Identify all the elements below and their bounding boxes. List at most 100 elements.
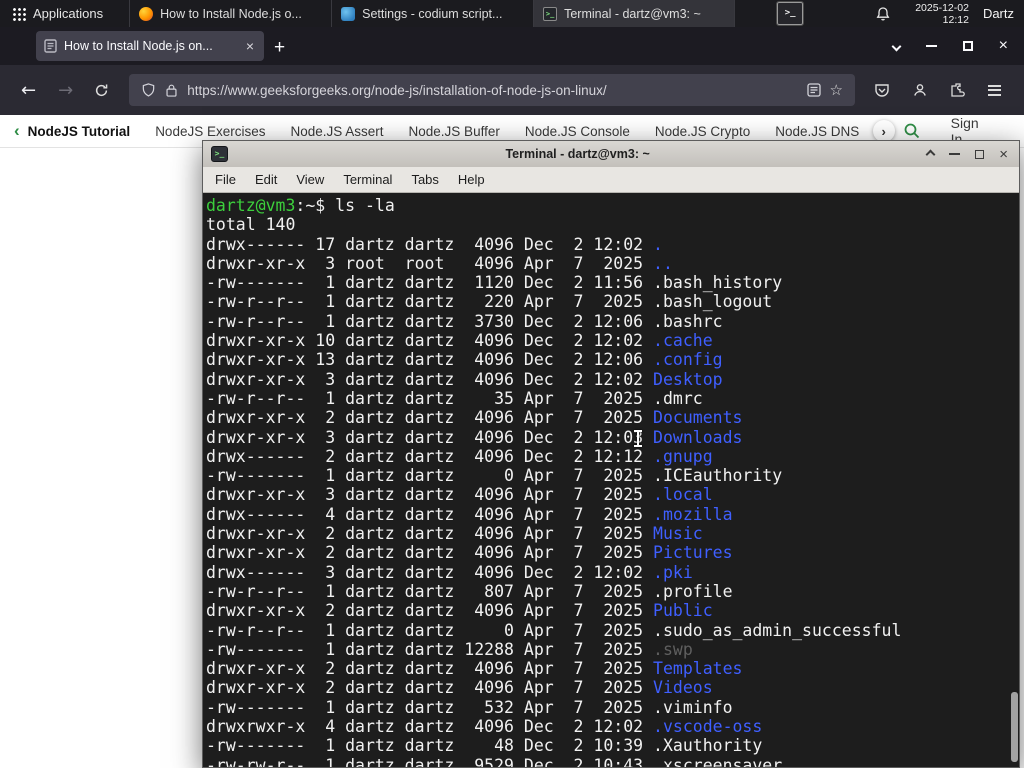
terminal-title: Terminal - dartz@vm3: ~ xyxy=(505,147,650,161)
shade-button-icon[interactable] xyxy=(925,149,936,159)
panel-username[interactable]: Dartz xyxy=(983,6,1014,21)
panel-clock[interactable]: 2025-12-02 12:12 xyxy=(915,2,969,26)
typed-command: ls -la xyxy=(335,196,395,215)
taskbar-window-firefox[interactable]: How to Install Node.js o... xyxy=(129,0,331,27)
window-controls: × xyxy=(891,27,1024,65)
gfg-nav-item[interactable]: Node.JS Console xyxy=(525,124,630,139)
toolbar-right-icons xyxy=(865,82,1014,98)
terminal-line: -rw------- 1 dartz dartz 48 Dec 2 10:39 … xyxy=(206,736,763,756)
tray-terminal-icon[interactable]: >_ xyxy=(776,1,805,26)
terminal-maximize-icon[interactable] xyxy=(975,149,985,159)
tab-title: How to Install Node.js on... xyxy=(64,39,213,53)
list-all-tabs-icon[interactable] xyxy=(891,41,902,51)
menu-button[interactable] xyxy=(979,84,1010,96)
terminal-scrollbar[interactable] xyxy=(1009,193,1019,767)
gfg-nav-item[interactable]: Node.JS Crypto xyxy=(655,124,750,139)
clock-time: 12:12 xyxy=(942,13,969,26)
terminal-line: -rw------- 1 dartz dartz 0 Apr 7 2025 .I… xyxy=(206,466,783,486)
reload-button[interactable] xyxy=(84,83,119,98)
browser-toolbar: ← → https://www.geeksforgeeks.org/node-j… xyxy=(0,65,1024,115)
pocket-button[interactable] xyxy=(865,82,899,98)
restore-window-icon[interactable] xyxy=(962,41,973,51)
terminal-lines: total 140 drwx------ 17 dartz dartz 4096 … xyxy=(206,215,1019,767)
taskbar-label: How to Install Node.js o... xyxy=(160,6,302,21)
close-window-icon[interactable]: × xyxy=(999,38,1008,54)
terminal-scrollbar-thumb[interactable] xyxy=(1011,692,1018,762)
terminal-line: -rw-r--r-- 1 dartz dartz 807 Apr 7 2025 … xyxy=(206,581,733,601)
terminal-line: -rw------- 1 dartz dartz 1120 Dec 2 11:5… xyxy=(206,273,783,293)
gfg-search-button[interactable] xyxy=(895,122,929,140)
menu-edit[interactable]: Edit xyxy=(255,172,277,187)
applications-label: Applications xyxy=(33,6,104,21)
bookmark-star-icon[interactable]: ☆ xyxy=(830,81,843,99)
back-button[interactable]: ← xyxy=(10,80,47,101)
mouse-ibeam-cursor xyxy=(633,430,643,447)
terminal-line: total 140 xyxy=(206,215,296,235)
search-icon xyxy=(904,123,919,139)
taskbar-window-settings[interactable]: Settings - codium script... xyxy=(331,0,533,27)
terminal-line: drwxr-xr-x 3 dartz dartz 4096 Apr 7 2025… xyxy=(206,485,713,505)
browser-tab[interactable]: How to Install Node.js on... × xyxy=(36,31,264,61)
terminal-line: -rw-r--r-- 1 dartz dartz 3730 Dec 2 12:0… xyxy=(206,311,723,331)
gfg-nav-items: NodeJS Tutorial NodeJS Exercises Node.JS A… xyxy=(28,124,871,139)
terminal-line: drwx------ 4 dartz dartz 4096 Apr 7 2025… xyxy=(206,504,733,524)
menu-file[interactable]: File xyxy=(215,172,236,187)
taskbar-label: Terminal - dartz@vm3: ~ xyxy=(564,6,701,21)
pocket-icon xyxy=(875,84,889,97)
minimize-window-icon[interactable] xyxy=(925,45,937,47)
menu-help[interactable]: Help xyxy=(458,172,485,187)
terminal-body[interactable]: dartz@vm3:~$ ls -la total 140 drwx------ … xyxy=(203,193,1019,767)
terminal-minimize-icon[interactable] xyxy=(949,153,961,155)
taskbar-window-terminal[interactable]: >_ Terminal - dartz@vm3: ~ xyxy=(533,0,736,27)
nav-scroll-right-icon[interactable]: › xyxy=(872,120,895,142)
clock-date: 2025-12-02 xyxy=(915,1,969,14)
terminal-line: drwxr-xr-x 13 dartz dartz 4096 Dec 2 12:… xyxy=(206,350,723,370)
extensions-button[interactable] xyxy=(941,82,975,98)
terminal-line: drwxr-xr-x 10 dartz dartz 4096 Dec 2 12:… xyxy=(206,331,713,351)
terminal-line: -rw------- 1 dartz dartz 532 Apr 7 2025 … xyxy=(206,697,733,717)
notification-bell-button[interactable] xyxy=(865,6,901,22)
gfg-nav-item[interactable]: NodeJS Tutorial xyxy=(28,124,131,139)
gfg-nav-item[interactable]: Node.JS Buffer xyxy=(409,124,500,139)
gfg-nav-item[interactable]: Node.JS DNS xyxy=(775,124,859,139)
terminal-line: drwxr-xr-x 2 dartz dartz 4096 Apr 7 2025… xyxy=(206,659,743,679)
url-bar[interactable]: https://www.geeksforgeeks.org/node-js/in… xyxy=(129,74,855,106)
tab-close-icon[interactable]: × xyxy=(244,38,256,54)
hamburger-icon xyxy=(988,84,1001,96)
bell-icon xyxy=(876,6,890,21)
applications-menu-button[interactable]: Applications xyxy=(0,0,115,27)
prompt-user-host: dartz@vm3 xyxy=(206,196,296,215)
terminal-icon: >_ xyxy=(543,6,558,21)
prompt-symbol: $ xyxy=(315,196,336,215)
reader-view-icon[interactable] xyxy=(806,83,821,97)
menu-tabs[interactable]: Tabs xyxy=(411,172,438,187)
terminal-line: -rw-r--r-- 1 dartz dartz 35 Apr 7 2025 .… xyxy=(206,388,703,408)
tab-strip: How to Install Node.js on... × + × xyxy=(0,27,1024,65)
nav-scroll-left-icon[interactable]: ‹ xyxy=(14,121,20,141)
gfg-nav-item[interactable]: Node.JS Assert xyxy=(290,124,383,139)
lock-icon[interactable] xyxy=(165,83,178,98)
new-tab-button[interactable]: + xyxy=(264,37,295,59)
menu-view[interactable]: View xyxy=(296,172,324,187)
forward-button[interactable]: → xyxy=(47,80,84,101)
terminal-line: drwxr-xr-x 2 dartz dartz 4096 Apr 7 2025… xyxy=(206,408,743,428)
terminal-prompt-line: dartz@vm3:~$ ls -la xyxy=(206,196,1019,215)
menu-terminal[interactable]: Terminal xyxy=(343,172,392,187)
terminal-window: >_ Terminal - dartz@vm3: ~ × File Edit V… xyxy=(202,140,1020,768)
url-text: https://www.geeksforgeeks.org/node-js/in… xyxy=(187,82,607,98)
terminal-line: drwxr-xr-x 2 dartz dartz 4096 Apr 7 2025… xyxy=(206,601,713,621)
terminal-line: -rw-rw-r-- 1 dartz dartz 9529 Dec 2 10:4… xyxy=(206,755,783,767)
terminal-close-icon[interactable]: × xyxy=(999,147,1008,162)
terminal-window-controls: × xyxy=(925,147,1011,162)
account-button[interactable] xyxy=(903,82,937,98)
terminal-titlebar[interactable]: >_ Terminal - dartz@vm3: ~ × xyxy=(203,141,1019,167)
page-favicon xyxy=(44,39,57,53)
shield-icon[interactable] xyxy=(141,82,156,98)
terminal-line: drwx------ 17 dartz dartz 4096 Dec 2 12:… xyxy=(206,234,663,254)
gfg-nav-item[interactable]: NodeJS Exercises xyxy=(155,124,265,139)
terminal-line: -rw-r--r-- 1 dartz dartz 220 Apr 7 2025 … xyxy=(206,292,773,312)
top-panel: Applications How to Install Node.js o...… xyxy=(0,0,1024,27)
terminal-line: drwx------ 3 dartz dartz 4096 Dec 2 12:0… xyxy=(206,562,693,582)
terminal-line: drwxr-xr-x 3 dartz dartz 4096 Dec 2 12:0… xyxy=(206,427,743,447)
reload-icon xyxy=(96,84,108,96)
